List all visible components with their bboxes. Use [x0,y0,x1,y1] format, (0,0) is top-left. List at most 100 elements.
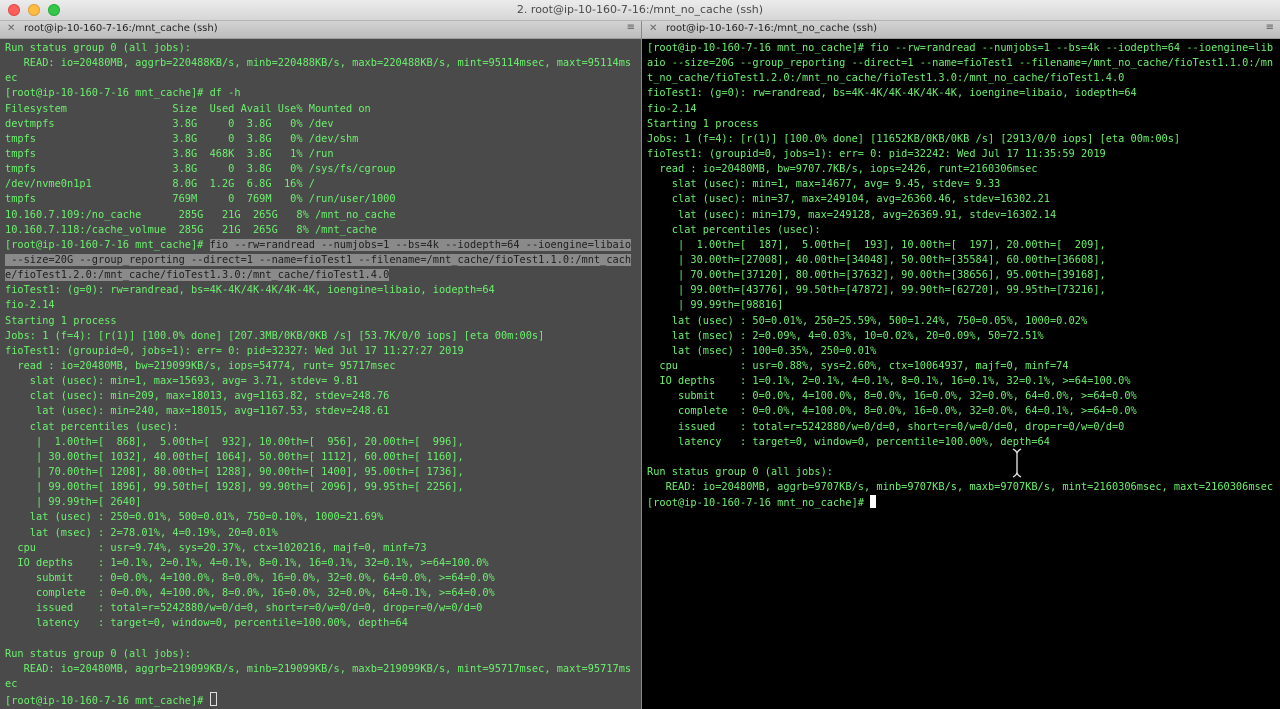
tab-label: root@ip-10-160-7-16:/mnt_cache (ssh) [24,23,218,34]
terminal-line: latency : target=0, window=0, percentile… [5,616,641,631]
line-text: Filesystem Size Used Avail Use% Mounted … [5,102,371,115]
terminal-line: lat (usec) : 50=0.01%, 250=25.59%, 500=1… [647,314,1280,329]
terminal-line: lat (usec): min=179, max=249128, avg=263… [647,208,1280,223]
line-text: fioTest1: (groupid=0, jobs=1): err= 0: p… [5,344,464,357]
line-text: lat (msec) : 100=0.35%, 250=0.01% [647,344,877,357]
terminal-line: fioTest1: (groupid=0, jobs=1): err= 0: p… [5,344,641,359]
line-text: submit : 0=0.0%, 4=100.0%, 8=0.0%, 16=0.… [647,390,1137,403]
terminal-line: cpu : usr=0.88%, sys=2.60%, ctx=10064937… [647,359,1280,374]
terminal-line: issued : total=r=5242880/w=0/d=0, short=… [5,601,641,616]
line-text: latency : target=0, window=0, percentile… [5,617,408,630]
terminal-pane-mnt-no-cache[interactable]: [root@ip-10-160-7-16 mnt_no_cache]# fio … [642,39,1280,709]
terminal-line: Filesystem Size Used Avail Use% Mounted … [5,102,641,117]
terminal-line: [root@ip-10-160-7-16 mnt_no_cache]# [647,495,1280,510]
line-text: aio --size=20G --group_reporting --direc… [647,57,1274,70]
terminal-line: Run status group 0 (all jobs): [647,465,1280,480]
line-text: READ: io=20480MB, aggrb=219099KB/s, minb… [5,662,632,675]
terminal-line: lat (usec) : 250=0.01%, 500=0.01%, 750=0… [5,510,641,525]
terminal-line: | 30.00th=[ 1032], 40.00th=[ 1064], 50.0… [5,450,641,465]
tab-label: root@ip-10-160-7-16:/mnt_no_cache (ssh) [666,23,878,34]
selected-command-text[interactable]: fio --rw=randread --numjobs=1 --bs=4k --… [209,238,632,251]
selected-command-text[interactable]: e/fioTest1.2.0:/mnt_cache/fioTest1.3.0:/… [5,269,390,282]
line-text: Starting 1 process [647,117,759,130]
line-text: tmpfs 3.8G 468K 3.8G 1% /run [5,147,334,160]
line-text: ec [5,677,18,690]
terminal-line: read : io=20480MB, bw=219099KB/s, iops=5… [5,359,641,374]
terminal-line: READ: io=20480MB, aggrb=9707KB/s, minb=9… [647,480,1280,495]
line-text: | 30.00th=[ 1032], 40.00th=[ 1064], 50.0… [5,450,464,463]
line-text: lat (usec) : 250=0.01%, 500=0.01%, 750=0… [5,511,384,524]
terminal-line: fioTest1: (groupid=0, jobs=1): err= 0: p… [647,147,1280,162]
terminal-line: cpu : usr=9.74%, sys=20.37%, ctx=1020216… [5,541,641,556]
line-text: | 70.00th=[ 1208], 80.00th=[ 1288], 90.0… [5,465,464,478]
terminal-line: submit : 0=0.0%, 4=100.0%, 8=0.0%, 16=0.… [647,389,1280,404]
terminal-line: Starting 1 process [5,314,641,329]
terminal-cursor [209,692,217,707]
line-text: clat percentiles (usec): [647,223,821,236]
terminal-line: fio-2.14 [5,298,641,313]
terminal-line: Run status group 0 (all jobs): [5,647,641,662]
terminal-line: slat (usec): min=1, max=15693, avg= 3.71… [5,374,641,389]
line-text: Run status group 0 (all jobs): [647,465,833,478]
menu-icon[interactable]: ≡ [1266,22,1274,33]
terminal-line: clat percentiles (usec): [5,420,641,435]
terminal-line: IO depths : 1=0.1%, 2=0.1%, 4=0.1%, 8=0.… [647,374,1280,389]
terminal-line: | 70.00th=[ 1208], 80.00th=[ 1288], 90.0… [5,465,641,480]
line-text: lat (msec) : 2=0.09%, 4=0.03%, 10=0.02%,… [647,329,1044,342]
terminal-line: clat (usec): min=209, max=18013, avg=116… [5,389,641,404]
line-text: | 99.00th=[43776], 99.50th=[47872], 99.9… [647,284,1106,297]
line-text: | 99.99th=[ 2640] [5,496,142,509]
terminal-pane-mnt-cache[interactable]: Run status group 0 (all jobs): READ: io=… [0,39,641,709]
line-text: ec [5,72,18,85]
window-titlebar[interactable]: 2. root@ip-10-160-7-16:/mnt_no_cache (ss… [0,0,1280,21]
menu-icon[interactable]: ≡ [627,22,635,33]
line-text: clat percentiles (usec): [5,420,179,433]
line-text: Jobs: 1 (f=4): [r(1)] [100.0% done] [116… [647,132,1181,145]
line-text: fioTest1: (g=0): rw=randread, bs=4K-4K/4… [5,284,495,297]
terminal-line: [root@ip-10-160-7-16 mnt_cache]# df -h [5,86,641,101]
line-text: [root@ip-10-160-7-16 mnt_no_cache]# fio … [647,42,1274,54]
terminal-line: IO depths : 1=0.1%, 2=0.1%, 4=0.1%, 8=0.… [5,556,641,571]
line-text: Starting 1 process [5,314,117,327]
terminal-line: latency : target=0, window=0, percentile… [647,435,1280,450]
terminal-line: clat (usec): min=37, max=249104, avg=263… [647,192,1280,207]
terminal-line: Jobs: 1 (f=4): [r(1)] [100.0% done] [116… [647,132,1280,147]
line-text: fio-2.14 [647,102,697,115]
terminal-cursor [870,495,877,509]
line-text: lat (usec): min=240, max=18015, avg=1167… [5,405,390,418]
line-text: Run status group 0 (all jobs): [5,42,191,54]
terminal-line: | 30.00th=[27008], 40.00th=[34048], 50.0… [647,253,1280,268]
line-text: | 99.99th=[98816] [647,299,784,312]
terminal-line: read : io=20480MB, bw=9707.7KB/s, iops=2… [647,162,1280,177]
terminal-line: e/fioTest1.2.0:/mnt_cache/fioTest1.3.0:/… [5,268,641,283]
tab-mnt-no-cache[interactable]: ✕ root@ip-10-160-7-16:/mnt_no_cache (ssh… [642,21,1280,39]
line-text: tmpfs 3.8G 0 3.8G 0% /sys/fs/cgroup [5,163,396,176]
close-icon[interactable]: ✕ [649,23,657,34]
terminal-line: tmpfs 769M 0 769M 0% /run/user/1000 [5,192,641,207]
line-text: 10.160.7.118:/cache_volmue 285G 21G 265G… [5,223,377,236]
terminal-line: Jobs: 1 (f=4): [r(1)] [100.0% done] [207… [5,329,641,344]
tab-mnt-cache[interactable]: ✕ root@ip-10-160-7-16:/mnt_cache (ssh) ≡ [0,21,641,39]
line-text: fio-2.14 [5,299,55,312]
terminal-line: [root@ip-10-160-7-16 mnt_no_cache]# fio … [647,41,1280,56]
line-text: cpu : usr=9.74%, sys=20.37%, ctx=1020216… [5,541,427,554]
line-text: IO depths : 1=0.1%, 2=0.1%, 4=0.1%, 8=0.… [647,375,1131,388]
close-icon[interactable]: ✕ [7,23,15,34]
terminal-line: | 99.00th=[43776], 99.50th=[47872], 99.9… [647,283,1280,298]
terminal-line: slat (usec): min=1, max=14677, avg= 9.45… [647,177,1280,192]
text-cursor-icon [1012,448,1022,478]
terminal-line: [root@ip-10-160-7-16 mnt_cache]# fio --r… [5,238,641,253]
terminal-line: | 99.00th=[ 1896], 99.50th=[ 1928], 99.9… [5,480,641,495]
line-text: | 1.00th=[ 868], 5.00th=[ 932], 10.00th=… [5,435,464,448]
terminal-line: complete : 0=0.0%, 4=100.0%, 8=0.0%, 16=… [5,586,641,601]
terminal-line: lat (msec) : 2=0.09%, 4=0.03%, 10=0.02%,… [647,329,1280,344]
terminal-line: [root@ip-10-160-7-16 mnt_cache]# [5,692,641,707]
line-text: [root@ip-10-160-7-16 mnt_cache]# df -h [5,87,241,100]
terminal-line: lat (msec) : 100=0.35%, 250=0.01% [647,344,1280,359]
terminal-line: 10.160.7.118:/cache_volmue 285G 21G 265G… [5,223,641,238]
line-text: slat (usec): min=1, max=14677, avg= 9.45… [647,178,1001,191]
line-text: fioTest1: (groupid=0, jobs=1): err= 0: p… [647,147,1106,160]
selected-command-text[interactable]: --size=20G --group_reporting --direct=1 … [5,253,632,266]
